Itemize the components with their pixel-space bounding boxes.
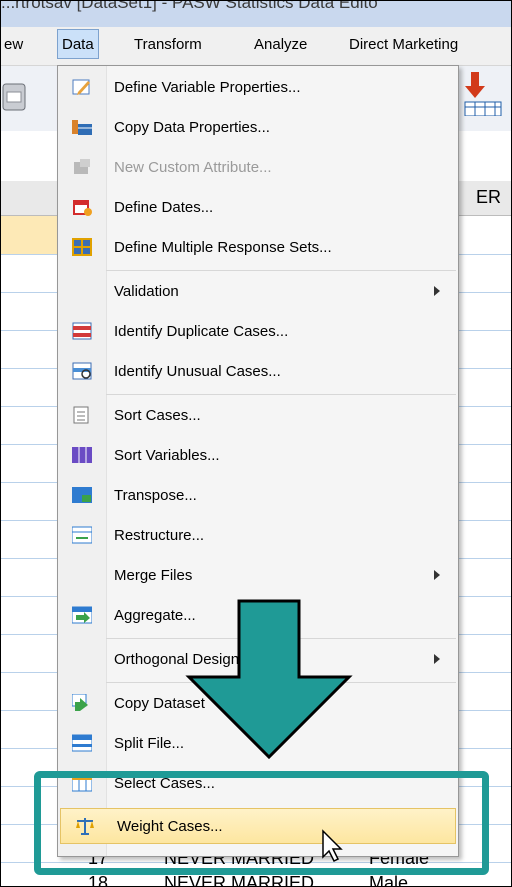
menu-item-new-custom-attribute: New Custom Attribute... [58,150,458,186]
menu-item-label: Define Multiple Response Sets... [114,239,332,256]
application-frame: ...rtrotsav [DataSet1] - PASW Statistics… [0,0,512,887]
menu-item-define-dates[interactable]: Define Dates... [58,190,458,226]
menu-bar: ew Data Transform Analyze Direct Marketi… [1,27,511,66]
menu-item-define-variable-properties[interactable]: Define Variable Properties... [58,70,458,106]
window-title: ...rtrotsav [DataSet1] - PASW Statistics… [1,1,378,12]
highlight-box [34,771,489,875]
down-arrow-annotation-icon [185,599,353,759]
print-icon[interactable] [1,78,29,118]
transpose-icon [72,487,92,503]
sort-variables-icon [72,447,92,463]
menu-item-label: Define Dates... [114,199,214,216]
submenu-arrow-icon [434,570,440,580]
menu-item-label: Transpose... [114,487,197,504]
menu-direct-marketing[interactable]: Direct Marketing [349,36,458,53]
title-bar: ...rtrotsav [DataSet1] - PASW Statistics… [1,1,511,27]
duplicate-cases-icon [72,322,92,340]
response-sets-icon [72,238,92,256]
selected-cell[interactable] [1,216,61,254]
menu-separator [106,270,456,271]
insert-cases-icon[interactable] [463,72,503,116]
submenu-arrow-icon [434,654,440,664]
define-variable-icon [72,79,90,95]
copy-data-properties-icon [72,120,92,135]
menu-item-validation[interactable]: Validation [58,274,458,310]
split-file-icon [72,734,92,752]
menu-item-label: Split File... [114,735,185,752]
menu-item-label: Copy Data Properties... [114,119,270,136]
menu-item-identify-unusual-cases[interactable]: Identify Unusual Cases... [58,354,458,390]
menu-separator [106,394,456,395]
aggregate-icon [72,606,92,624]
calendar-icon [73,200,92,216]
menu-item-restructure[interactable]: Restructure... [58,518,458,554]
menu-item-merge-files[interactable]: Merge Files [58,558,458,594]
menu-item-label: Restructure... [114,527,205,544]
cell-marital-status[interactable]: NEVER MARRIED [164,873,314,886]
menu-data[interactable]: Data [57,29,99,59]
menu-analyze[interactable]: Analyze [254,36,307,53]
menu-item-label: Merge Files [114,567,193,584]
unusual-cases-icon [72,362,92,380]
custom-attribute-icon [74,159,90,174]
menu-item-define-multiple-response-sets[interactable]: Define Multiple Response Sets... [58,230,458,266]
menu-view[interactable]: ew [4,36,23,53]
sort-cases-icon [73,406,89,424]
cell-row-number: 18 [88,873,109,887]
submenu-arrow-icon [434,286,440,296]
column-header-label: ER [475,187,501,207]
menu-item-label: New Custom Attribute... [114,159,272,176]
menu-item-label: Sort Variables... [114,447,220,464]
menu-item-label: Validation [114,283,179,300]
cell-gender[interactable]: Male [369,873,408,886]
menu-item-identify-duplicate-cases[interactable]: Identify Duplicate Cases... [58,314,458,350]
menu-item-label: Identify Unusual Cases... [114,363,281,380]
menu-item-transpose[interactable]: Transpose... [58,478,458,514]
restructure-icon [72,526,92,544]
menu-item-sort-variables[interactable]: Sort Variables... [58,438,458,474]
menu-item-sort-cases[interactable]: Sort Cases... [58,398,458,434]
mouse-pointer-icon [322,829,343,863]
menu-transform[interactable]: Transform [134,36,202,53]
menu-item-label: Define Variable Properties... [114,79,301,96]
copy-dataset-icon [72,694,88,711]
menu-item-copy-data-properties[interactable]: Copy Data Properties... [58,110,458,146]
menu-item-label: Identify Duplicate Cases... [114,323,289,340]
menu-item-label: Sort Cases... [114,407,201,424]
